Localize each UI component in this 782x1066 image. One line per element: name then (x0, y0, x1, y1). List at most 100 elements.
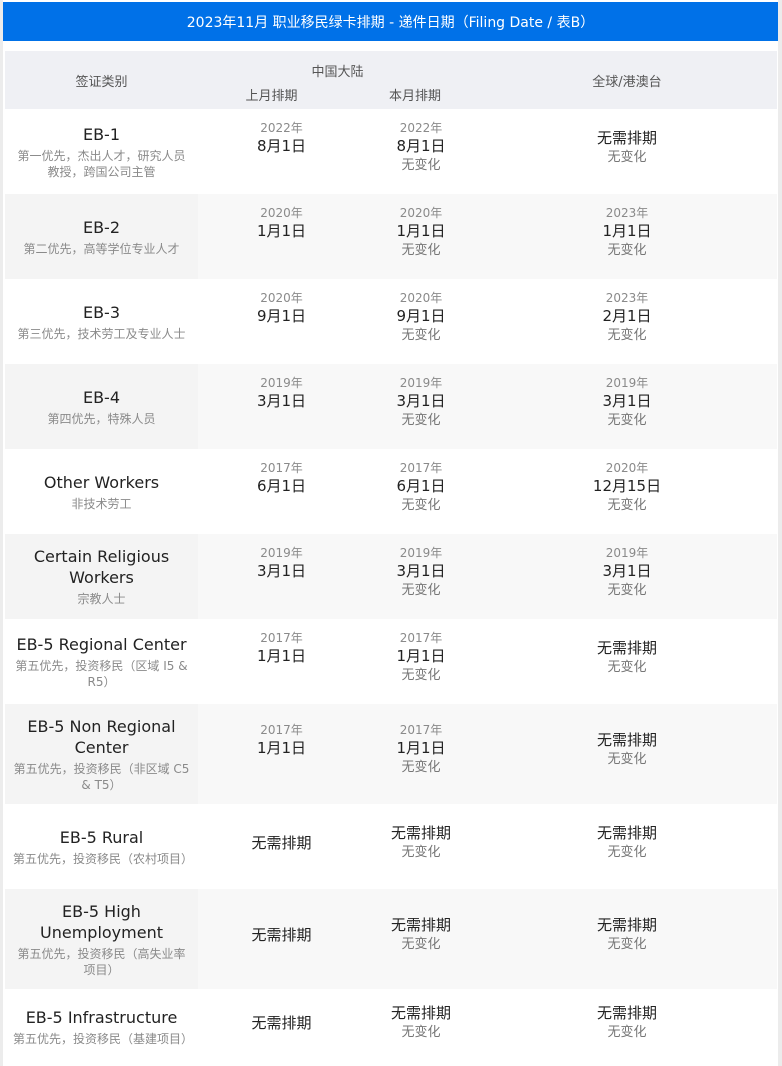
date: 1月1日 (256, 221, 307, 240)
date: 9月1日 (256, 306, 307, 325)
category-desc: 第五优先，投资移民（高失业率项目） (17, 946, 186, 977)
date: 无需排期 (390, 916, 451, 934)
table-row: EB-5 High Unemployment 第五优先，投资移民（高失业率项目） 无… (5, 889, 777, 989)
year: 2017年 (399, 723, 443, 737)
scrollbar-track[interactable] (778, 0, 782, 1066)
china-this-month-cell: 2020年 1月1日 无变化 (365, 194, 477, 279)
table-header-row: 签证类别 中国大陆 上月排期 本月排期 全球/港澳台 (5, 51, 777, 109)
header-china-group: 中国大陆 上月排期 本月排期 (198, 51, 477, 109)
date: 1月1日 (256, 646, 307, 665)
table-row: EB-5 Rural 第五优先，投资移民（农村项目） 无需排期 无需排期 无变化 无需排期… (5, 804, 777, 889)
category-name: EB-5 Regional Center (16, 634, 187, 654)
category-desc: 非技术劳工 (71, 496, 132, 511)
date: 无需排期 (251, 833, 312, 852)
category-desc: 第三优先，技术劳工及专业人士 (17, 326, 186, 341)
change-status: 无变化 (607, 149, 647, 165)
category-desc: 宗教人士 (77, 592, 126, 606)
category-cell: EB-5 Non Regional Center 第五优先，投资移民（非区域 C5… (5, 704, 198, 804)
date: 8月1日 (256, 136, 307, 155)
table-row: EB-1 第一优先，杰出人才，研究人员 教授，跨国公司主管 2022年 8月1日 20… (5, 109, 777, 194)
table-row: EB-4 第四优先，特殊人员 2019年 3月1日 2019年 3月1日 无变化 2019年… (5, 364, 777, 449)
date: 无需排期 (251, 926, 312, 944)
table-row: EB-5 Regional Center 第五优先，投资移民（区域 I5 & R5… (5, 619, 777, 704)
header-china: 中国大陆 (311, 65, 364, 80)
header-category: 签证类别 (75, 74, 128, 90)
category-name: EB-5 High Unemployment (40, 901, 163, 942)
china-last-month-cell: 2017年 1月1日 (198, 619, 365, 704)
date: 无需排期 (596, 916, 657, 934)
category-name: Certain Religious Workers (33, 547, 170, 587)
year: 2022年 (260, 120, 303, 135)
china-this-month-cell: 无需排期 无变化 (365, 889, 477, 989)
global-cell: 无需排期 无变化 (477, 109, 777, 194)
date: 3月1日 (396, 391, 446, 410)
category-cell: EB-3 第三优先，技术劳工及专业人士 (5, 279, 198, 364)
china-this-month-cell: 2020年 9月1日 无变化 (365, 279, 477, 364)
china-this-month-cell: 2019年 3月1日无变化 (365, 534, 477, 619)
global-cell: 2019年 3月1日 无变化 (477, 364, 777, 449)
year: 2019年 (260, 545, 303, 560)
global-cell: 无需排期 无变化 (477, 889, 777, 989)
category-desc: 第四优先，特殊人员 (47, 411, 156, 426)
date: 8月1日 (396, 136, 446, 155)
change-status: 无变化 (401, 937, 441, 952)
china-last-month-cell: 2020年 9月1日 (198, 279, 365, 364)
table-row: EB-3 第三优先，技术劳工及专业人士 2020年 9月1日 2020年 9月1日 无变化… (5, 279, 777, 364)
global-cell: 2023年 2月1日无变化 (477, 279, 777, 364)
year: 2019年 (399, 545, 443, 560)
date: 无需排期 (596, 128, 657, 147)
category-cell: Other Workers 非技术劳工 (5, 449, 198, 534)
global-cell: 无需排期 无变化 (477, 989, 777, 1065)
china-last-month-cell: 2020年 1月1日 (198, 194, 365, 279)
year: 2023年 (605, 290, 649, 305)
category-cell: EB-1 第一优先，杰出人才，研究人员 教授，跨国公司主管 (5, 109, 198, 194)
global-cell: 无需排期 无变化 (477, 704, 777, 804)
change-status: 无变化 (607, 844, 647, 860)
table-row: EB-5 Infrastructure 第五优先，投资移民（基建项目） 无需排期 无需… (5, 989, 777, 1065)
category-name: EB-4 (82, 387, 121, 407)
china-last-month-cell: 2017年 1月1日 (198, 704, 365, 804)
category-cell: EB-5 High Unemployment 第五优先，投资移民（高失业率项目） (5, 889, 198, 989)
year: 2020年 (605, 460, 649, 475)
change-status: 无变化 (401, 582, 441, 598)
year: 2022年 (399, 120, 443, 135)
china-this-month-cell: 2017年 6月1日 无变化 (365, 449, 477, 534)
table-row: EB-5 Non Regional Center 第五优先，投资移民（非区域 C5… (5, 704, 777, 804)
china-this-month-cell: 无需排期 无变化 (365, 989, 477, 1065)
year: 2020年 (260, 290, 303, 305)
global-cell: 2020年 12月15日 无变化 (477, 449, 777, 534)
year: 2023年 (605, 205, 649, 220)
change-status: 无变化 (607, 412, 647, 428)
table-row: Certain Religious Workers 宗教人士 2019年 3月1日 2… (5, 534, 777, 619)
date: 2月1日 (602, 306, 652, 325)
date: 无需排期 (390, 1004, 451, 1022)
change-status: 无变化 (607, 752, 647, 767)
category-name: EB-3 (82, 302, 121, 322)
date: 无需排期 (596, 638, 657, 657)
date: 6月1日 (256, 476, 307, 495)
date: 无需排期 (251, 1014, 312, 1032)
header-this-month: 本月排期 (388, 89, 441, 104)
category-desc: 第五优先，投资移民（基建项目） (13, 1032, 194, 1046)
header-global: 全球/港澳台 (592, 74, 662, 90)
category-name: Other Workers (43, 472, 160, 492)
year: 2017年 (399, 460, 443, 475)
category-desc: 第五优先，投资移民（非区域 C5 & T5） (13, 761, 190, 792)
category-name: EB-5 Rural (59, 827, 144, 847)
global-cell: 无需排期 无变化 (477, 804, 777, 889)
year: 2017年 (260, 630, 303, 645)
date: 3月1日 (396, 561, 446, 580)
category-name: EB-1 (82, 124, 121, 144)
change-status: 无变化 (607, 1025, 647, 1040)
date: 无需排期 (390, 823, 451, 842)
year: 2019年 (605, 545, 649, 560)
category-cell: EB-5 Infrastructure 第五优先，投资移民（基建项目） (5, 989, 198, 1065)
china-this-month-cell: 2017年 1月1日 无变化 (365, 704, 477, 804)
change-status: 无变化 (607, 327, 647, 343)
category-name: EB-2 (82, 217, 121, 237)
change-status: 无变化 (401, 327, 441, 343)
page-title: 2023年11月 职业移民绿卡排期 - 递件日期（Filing Date / 表… (3, 2, 778, 41)
global-cell: 无需排期 无变化 (477, 619, 777, 704)
category-desc: 第二优先，高等学位专业人才 (23, 241, 180, 256)
china-last-month-cell: 2019年 3月1日 (198, 364, 365, 449)
